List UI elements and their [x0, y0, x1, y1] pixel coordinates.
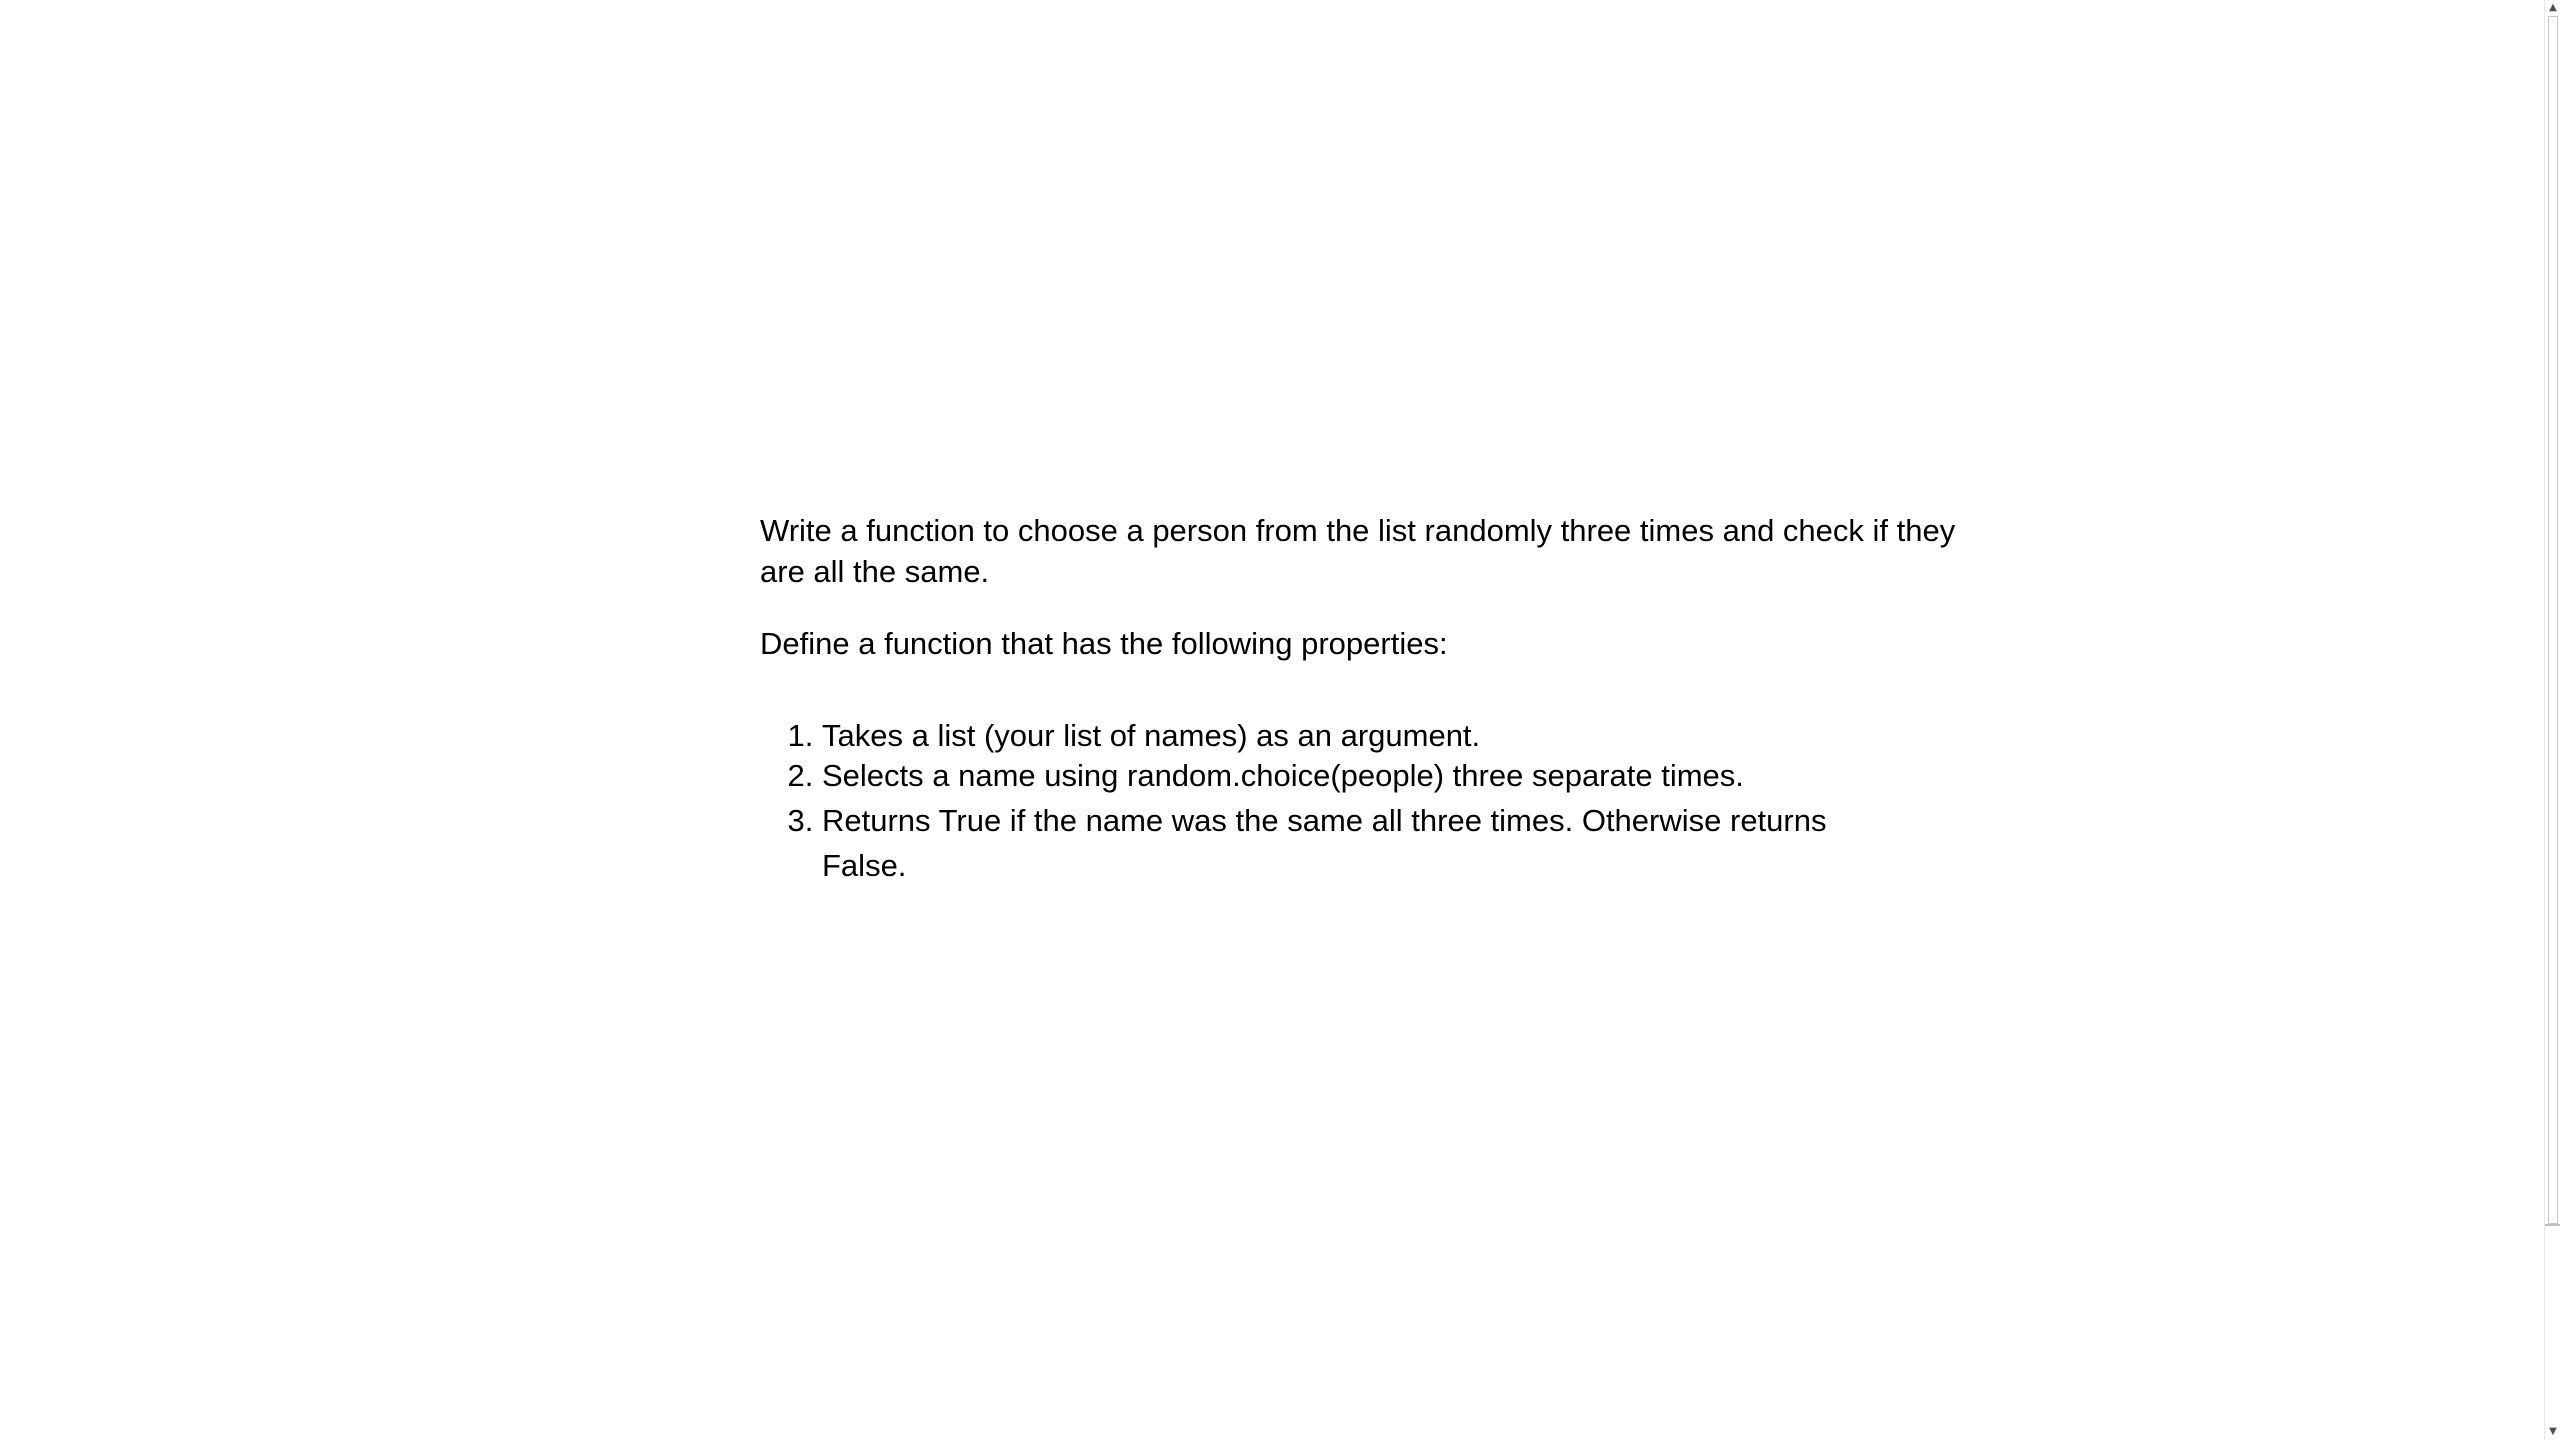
scrollbar-thumb[interactable]	[2548, 16, 2558, 1224]
definition-paragraph: Define a function that has the following…	[760, 626, 1448, 661]
list-item: Returns True if the name was the same al…	[822, 796, 1882, 888]
scrollbar-thumb-end	[2545, 1224, 2560, 1226]
scroll-up-icon[interactable]: ▲	[2545, 0, 2560, 16]
list-item: Takes a list (your list of names) as an …	[822, 716, 1882, 756]
properties-list: Takes a list (your list of names) as an …	[760, 716, 1882, 888]
intro-paragraph: Write a function to choose a person from…	[760, 513, 1956, 589]
page-content: Write a function to choose a person from…	[760, 510, 1960, 888]
vertical-scrollbar[interactable]: ▲ ▼	[2544, 0, 2560, 1440]
list-item: Selects a name using random.choice(peopl…	[822, 756, 1882, 796]
scroll-down-icon[interactable]: ▼	[2545, 1424, 2560, 1440]
